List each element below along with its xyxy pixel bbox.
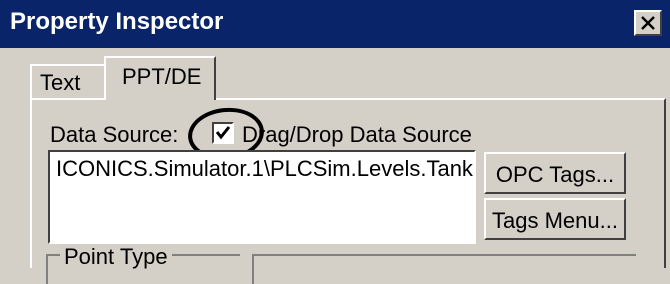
data-source-field[interactable]: ICONICS.Simulator.1\PLCSim.Levels.Tank 1 bbox=[48, 150, 476, 244]
point-type-label: Point Type bbox=[60, 244, 172, 270]
tab-text-label: Text bbox=[40, 70, 81, 95]
tab-text[interactable]: Text bbox=[30, 64, 106, 98]
title-bar: Property Inspector bbox=[0, 0, 670, 48]
window-title: Property Inspector bbox=[10, 8, 224, 35]
drag-drop-label: Drag/Drop Data Source bbox=[242, 122, 472, 147]
tab-ppt-de-label: PPT/DE bbox=[122, 64, 202, 89]
data-source-label: Data Source: bbox=[50, 122, 179, 147]
opc-tags-button[interactable]: OPC Tags... bbox=[484, 152, 626, 194]
secondary-groupbox bbox=[252, 254, 636, 284]
close-button[interactable] bbox=[634, 10, 662, 36]
tags-menu-button[interactable]: Tags Menu... bbox=[484, 198, 626, 240]
close-x-icon bbox=[641, 16, 655, 30]
tab-ppt-de[interactable]: PPT/DE bbox=[104, 56, 216, 100]
